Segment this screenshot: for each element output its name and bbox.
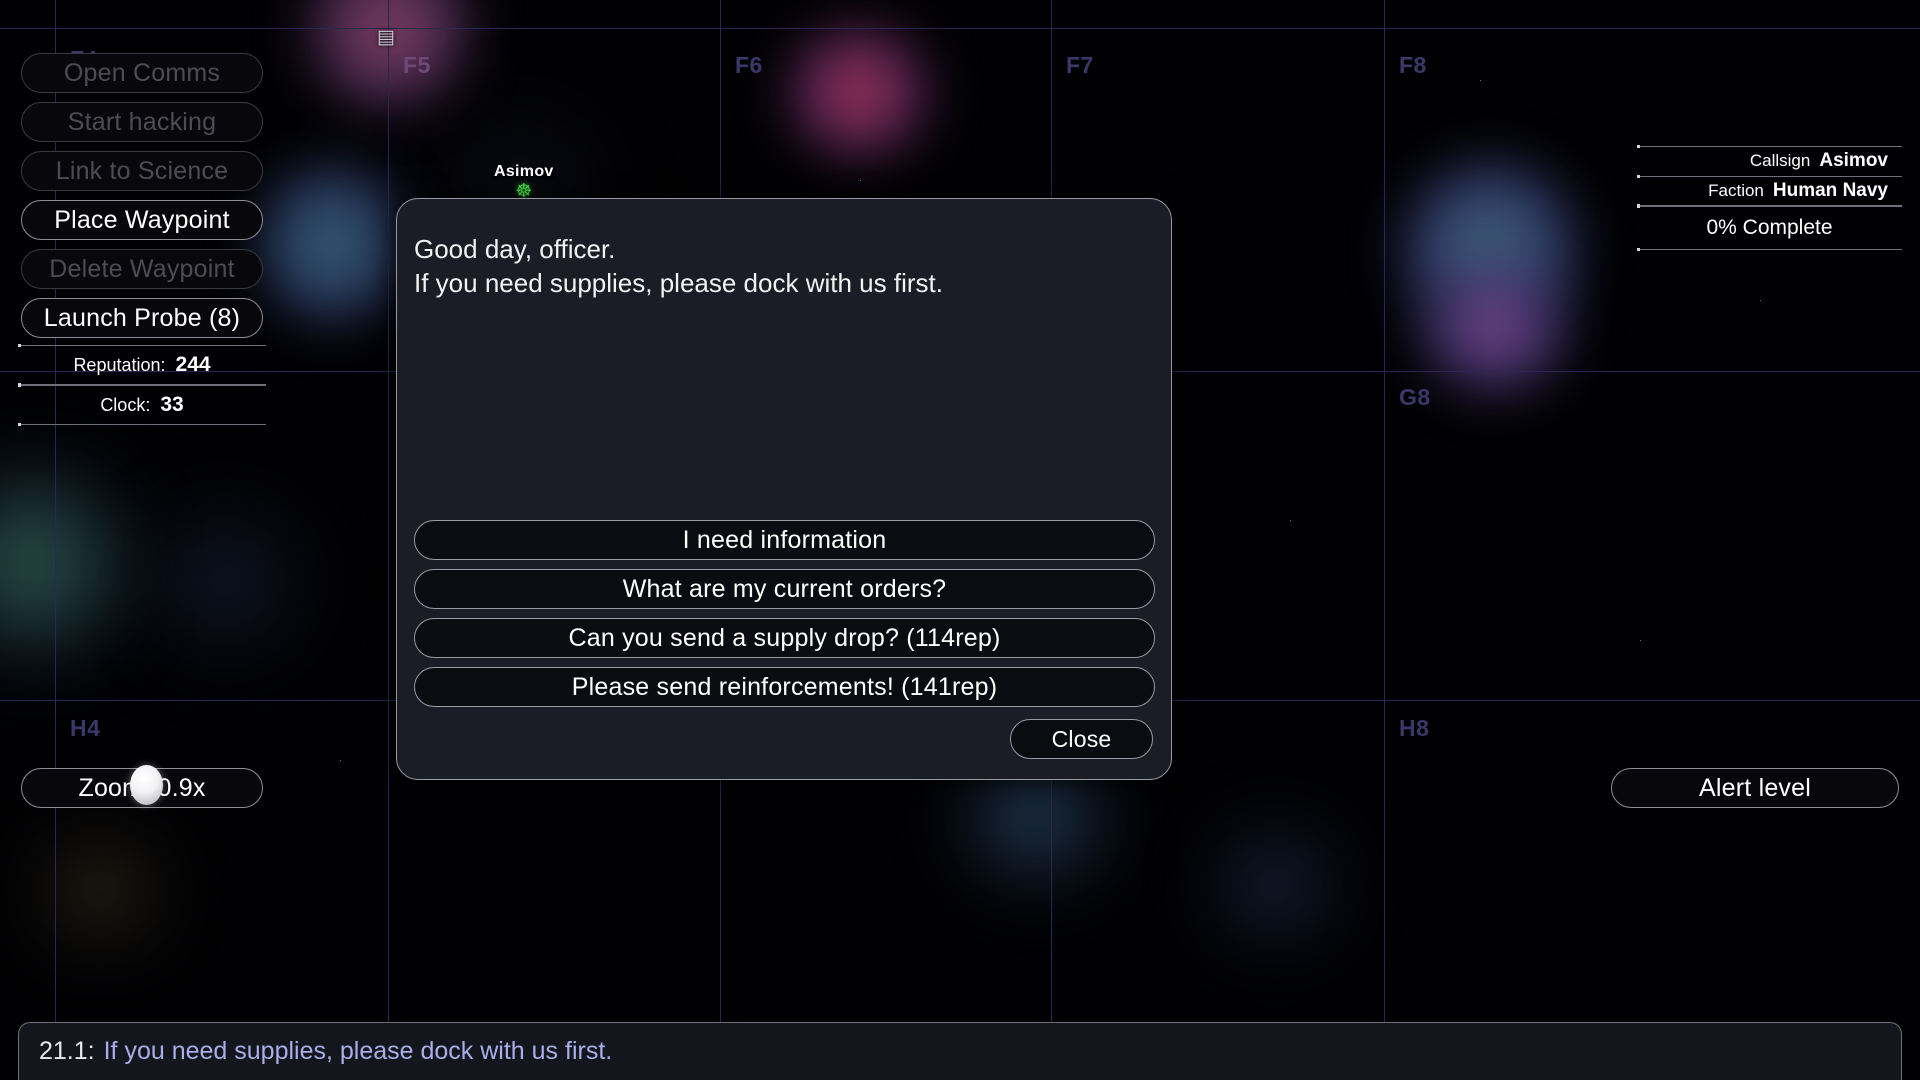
zoom-slider-handle[interactable] bbox=[130, 765, 163, 805]
zoom-slider[interactable]: Zoom: 0.9x bbox=[21, 765, 263, 808]
stat-divider bbox=[18, 423, 266, 426]
delete-waypoint-button[interactable]: Delete Waypoint bbox=[21, 249, 263, 289]
reputation-value: 244 bbox=[175, 353, 211, 376]
log-message: If you need supplies, please dock with u… bbox=[103, 1037, 613, 1065]
faction-row: Faction Human Navy bbox=[1637, 175, 1902, 207]
mission-progress-row: 0% Complete bbox=[1637, 205, 1902, 251]
clock-value: 33 bbox=[160, 393, 184, 416]
link-to-science-button[interactable]: Link to Science bbox=[21, 151, 263, 191]
sector-label-f8: F8 bbox=[1399, 52, 1427, 78]
dialog-message: Good day, officer. If you need supplies,… bbox=[414, 232, 1147, 300]
info-divider bbox=[1637, 248, 1902, 251]
dialog-option-need-information[interactable]: I need information bbox=[414, 520, 1155, 560]
mission-progress-value: 0% Complete bbox=[1706, 216, 1833, 239]
alert-level-button[interactable]: Alert level bbox=[1611, 768, 1899, 808]
dialog-option-current-orders[interactable]: What are my current orders? bbox=[414, 569, 1155, 609]
dialog-message-line: Good day, officer. bbox=[414, 234, 616, 264]
dialog-option-supply-drop[interactable]: Can you send a supply drop? (114rep) bbox=[414, 618, 1155, 658]
grid-line-horizontal bbox=[0, 28, 1920, 29]
ship-marker-label: Asimov bbox=[494, 163, 554, 180]
sector-label-h4: H4 bbox=[70, 715, 101, 741]
launch-probe-button[interactable]: Launch Probe (8) bbox=[21, 298, 263, 338]
sector-label-f7: F7 bbox=[1066, 52, 1094, 78]
dialog-option-reinforcements[interactable]: Please send reinforcements! (141rep) bbox=[414, 667, 1155, 707]
faction-value: Human Navy bbox=[1772, 180, 1888, 201]
place-waypoint-button[interactable]: Place Waypoint bbox=[21, 200, 263, 240]
grid-line-vertical bbox=[388, 0, 389, 1080]
sector-label-g8: G8 bbox=[1399, 384, 1431, 410]
grid-line-vertical bbox=[1384, 0, 1385, 1080]
dialog-message-line: If you need supplies, please dock with u… bbox=[414, 268, 943, 299]
action-button-stack: Open Comms Start hacking Link to Science… bbox=[21, 53, 263, 347]
comms-dialog: Good day, officer. If you need supplies,… bbox=[396, 198, 1172, 780]
beacon-marker-icon[interactable]: ▤ bbox=[377, 26, 395, 49]
clock-label: Clock: bbox=[100, 394, 151, 415]
dialog-option-list: I need information What are my current o… bbox=[414, 520, 1155, 716]
log-timestamp: 21.1: bbox=[39, 1037, 95, 1065]
reputation-label: Reputation: bbox=[73, 354, 166, 375]
reputation-stat-row: Reputation: 244 bbox=[18, 344, 266, 386]
sector-label-f5: F5 bbox=[403, 52, 431, 78]
callsign-label: Callsign bbox=[1749, 151, 1811, 170]
sector-label-h8: H8 bbox=[1399, 715, 1430, 741]
start-hacking-button[interactable]: Start hacking bbox=[21, 102, 263, 142]
message-log-bar: 21.1: If you need supplies, please dock … bbox=[18, 1022, 1902, 1080]
clock-stat-row: Clock: 33 bbox=[18, 384, 266, 426]
callsign-row: Callsign Asimov bbox=[1637, 145, 1902, 176]
sector-label-f6: F6 bbox=[735, 52, 763, 78]
callsign-value: Asimov bbox=[1819, 150, 1888, 171]
faction-label: Faction bbox=[1708, 181, 1764, 200]
dialog-close-button[interactable]: Close bbox=[1010, 719, 1153, 759]
player-stats-panel: Reputation: 244 Clock: 33 bbox=[18, 344, 266, 426]
target-info-panel: Callsign Asimov Faction Human Navy 0% Co… bbox=[1637, 145, 1902, 251]
open-comms-button[interactable]: Open Comms bbox=[21, 53, 263, 93]
ship-marker-asimov[interactable]: Asimov ☸ bbox=[494, 163, 554, 201]
